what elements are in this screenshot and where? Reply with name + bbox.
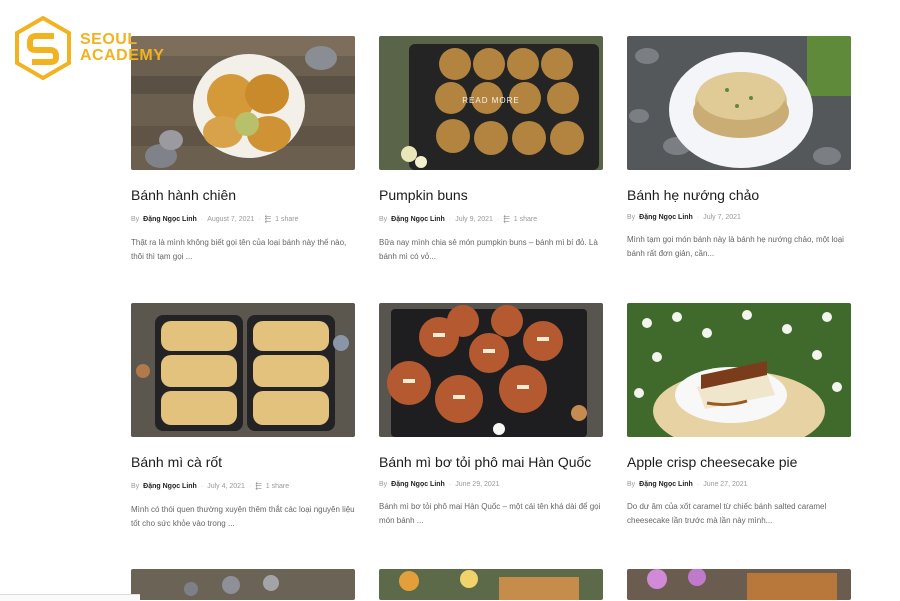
fried-scallion-bread-image [131,36,355,170]
meta-separator: · [200,482,204,490]
post-thumbnail[interactable] [131,303,355,437]
post-grid: Bánh hành chiên By Đặng Ngọc Linh · Augu… [131,36,852,570]
post-date: July 4, 2021 [207,482,245,490]
post-author[interactable]: Đặng Ngọc Linh [143,216,197,223]
by-label: By [627,481,636,488]
share-icon[interactable]: ⬱ [503,214,509,224]
post-excerpt: Thật ra là mình không biết gọi tên của l… [131,238,347,261]
chive-pancake-image [627,36,851,170]
partial-thumbnail-image [379,569,603,600]
post-date: July 9, 2021 [455,215,493,223]
post-card: Bánh mì bơ tỏi phô mai Hàn Quốc By Đặng … [379,303,603,570]
partial-thumbnail-image [627,569,851,600]
post-excerpt: Mình có thói quen thường xuyên thêm thắt… [131,505,355,528]
post-card: Bánh hẹ nướng chảo By Đặng Ngọc Linh · J… [627,36,851,303]
garlic-cheese-bread-image [379,303,603,437]
post-title[interactable]: Bánh hẹ nướng chảo [627,187,851,203]
meta-separator: · [248,482,252,490]
meta-separator: · [448,481,452,488]
post-card: Bánh mì cà rốt By Đặng Ngọc Linh · July … [131,303,355,570]
brand-name: SEOUL ACADEMY [80,32,164,64]
post-excerpt: Mình tạm gọi món bánh này là bánh hẹ nướ… [627,235,844,258]
post-excerpt: Bánh mì bơ tỏi phô mai Hàn Quốc – một cá… [379,502,601,525]
post-author[interactable]: Đặng Ngọc Linh [391,481,445,488]
post-meta: By Đặng Ngọc Linh · July 7, 2021 [627,214,851,221]
partial-thumbnail-image [131,569,355,600]
post-title[interactable]: Apple crisp cheesecake pie [627,454,851,470]
post-thumbnail[interactable] [627,569,851,600]
post-title[interactable]: Bánh mì cà rốt [131,454,355,470]
post-thumbnail[interactable] [379,569,603,600]
by-label: By [379,215,388,223]
meta-separator: · [696,214,700,221]
meta-separator: · [258,215,261,223]
post-shares: 1 share [275,215,299,223]
by-label: By [131,482,140,490]
post-title[interactable]: Bánh hành chiên [131,187,355,203]
apple-cheesecake-pie-image [627,303,851,437]
post-thumbnail[interactable] [131,36,355,170]
post-meta: By Đặng Ngọc Linh · July 4, 2021 · ⬱ 1 s… [131,481,355,491]
meta-separator: · [448,215,452,223]
post-shares: 1 share [513,215,538,223]
post-title[interactable]: Pumpkin buns [379,187,603,203]
post-card: READ MORE Pumpkin buns By Đặng Ngọc Linh… [379,36,603,303]
post-shares: 1 share [265,482,290,490]
site-logo[interactable]: SEOUL ACADEMY [14,16,164,80]
post-date: June 29, 2021 [455,481,500,488]
post-thumbnail[interactable] [627,36,851,170]
meta-separator: · [696,481,700,488]
post-thumbnail[interactable] [131,569,355,600]
post-card: Apple crisp cheesecake pie By Đặng Ngọc … [627,303,851,570]
share-icon[interactable]: ⬱ [255,481,261,491]
post-excerpt: Bữa nay mình chia sẻ món pumpkin buns – … [379,238,598,261]
brand-line-2: ACADEMY [80,47,165,64]
carrot-bread-image [131,303,355,437]
post-card: Bánh hành chiên By Đặng Ngọc Linh · Augu… [131,36,355,303]
post-meta: By Đặng Ngọc Linh · August 7, 2021 · ⬱ 1… [131,214,355,224]
seoul-academy-logo-icon [15,16,71,80]
post-excerpt: Do dư âm của xốt caramel từ chiếc bánh s… [627,502,827,525]
read-more-overlay[interactable]: READ MORE [379,96,603,105]
post-thumbnail[interactable] [379,303,603,437]
post-date: August 7, 2021 [207,215,255,223]
share-icon[interactable]: ⬱ [265,214,271,224]
post-author[interactable]: Đặng Ngọc Linh [391,216,445,223]
post-title[interactable]: Bánh mì bơ tỏi phô mai Hàn Quốc [379,454,603,470]
post-meta: By Đặng Ngọc Linh · July 9, 2021 · ⬱ 1 s… [379,214,603,224]
by-label: By [379,481,388,488]
post-thumbnail[interactable]: READ MORE [379,36,603,170]
by-label: By [131,215,140,223]
post-meta: By Đặng Ngọc Linh · June 27, 2021 [627,481,851,488]
post-date: June 27, 2021 [703,481,748,488]
post-author[interactable]: Đặng Ngọc Linh [639,214,693,221]
post-meta: By Đặng Ngọc Linh · June 29, 2021 [379,481,603,488]
meta-separator: · [200,215,204,223]
post-author[interactable]: Đặng Ngọc Linh [143,483,197,490]
by-label: By [627,214,636,221]
post-author[interactable]: Đặng Ngọc Linh [639,481,693,488]
post-date: July 7, 2021 [703,214,741,221]
post-thumbnail[interactable] [627,303,851,437]
next-row-thumbnails [131,569,852,600]
meta-separator: · [496,215,500,223]
brand-line-1: SEOUL [80,31,138,48]
